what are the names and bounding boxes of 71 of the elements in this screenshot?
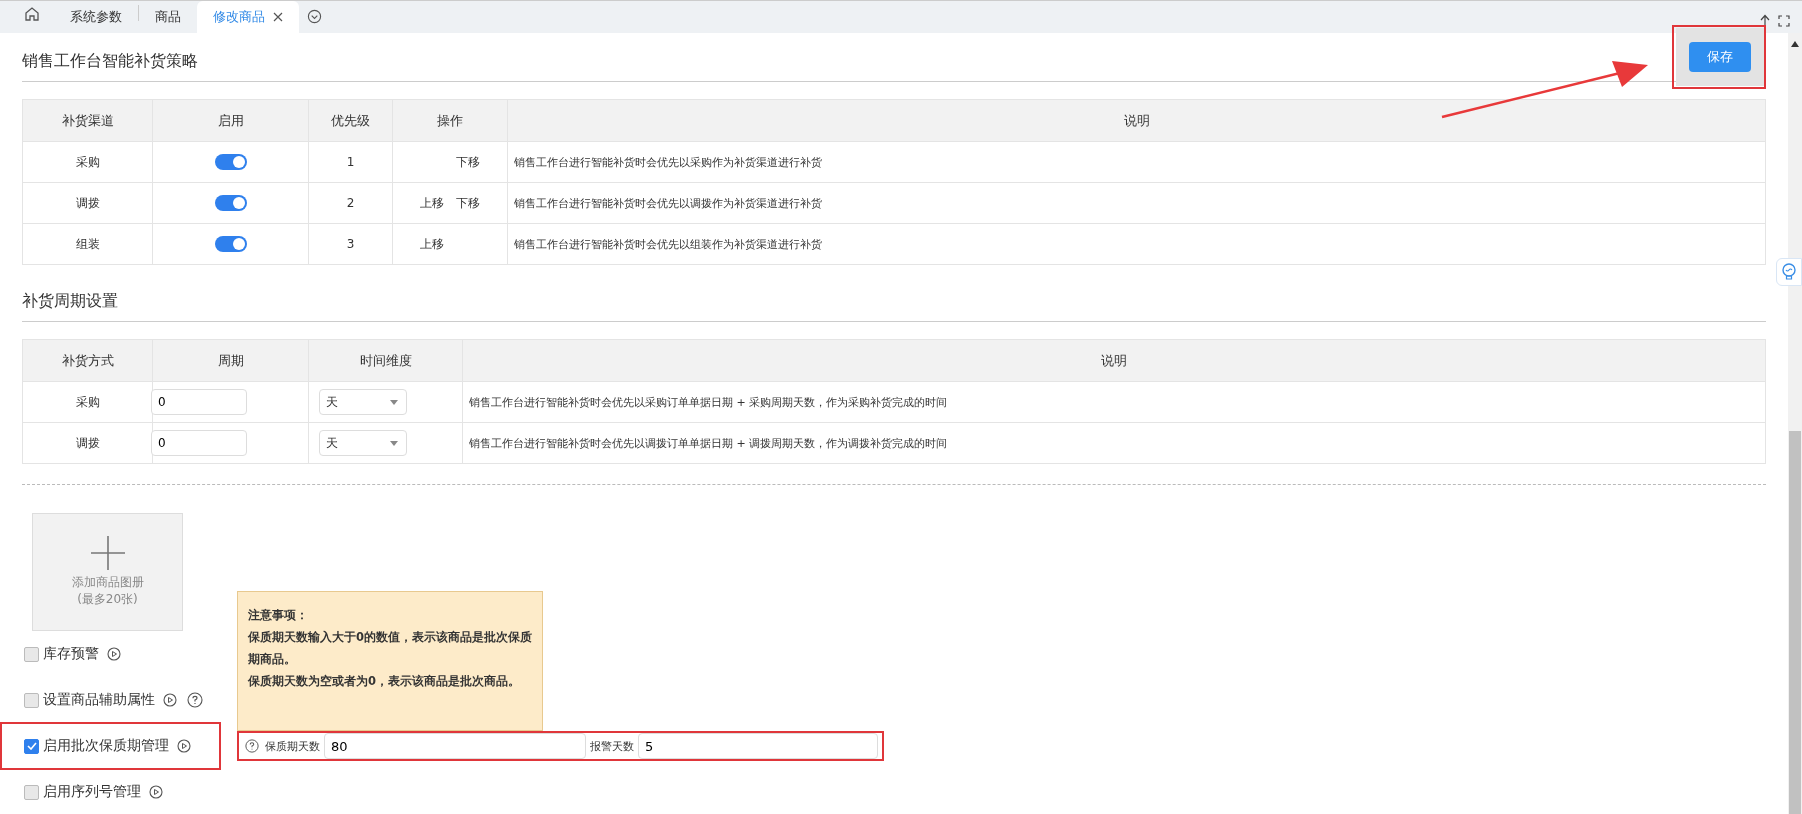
column-header: 时间维度 [308, 339, 463, 382]
upload-label: 添加商品图册 [71, 574, 144, 591]
option-label: 设置商品辅助属性 [43, 691, 155, 709]
table-cell: 2 [308, 182, 393, 224]
column-header: 补货方式 [22, 339, 153, 382]
caret-icon [389, 440, 398, 446]
table-cell: 销售工作台进行智能补货时会优先以组装作为补货渠道进行补货 [507, 223, 1766, 265]
help-icon[interactable] [187, 692, 203, 708]
column-header: 说明 [462, 339, 1766, 382]
scrollbar-thumb[interactable] [1789, 431, 1801, 814]
column-header: 补货渠道 [22, 99, 153, 142]
option-label: 启用批次保质期管理 [43, 737, 169, 755]
move-down-link[interactable]: 下移 [456, 154, 480, 169]
play-circle-icon[interactable] [149, 785, 163, 799]
column-header: 周期 [152, 339, 309, 382]
up-arrow-icon[interactable] [1760, 14, 1770, 28]
checkbox[interactable] [24, 784, 39, 800]
checkbox[interactable] [24, 738, 39, 754]
input-field[interactable]: 80 [324, 733, 586, 759]
checkmark-icon [26, 742, 37, 750]
move-down-link[interactable]: 下移 [456, 195, 480, 210]
play-circle-icon[interactable] [163, 693, 177, 707]
table-cell: 销售工作台进行智能补货时会优先以调拨订单单据日期 + 调拨周期天数，作为调拨补货完成的时间 [462, 422, 1766, 464]
help-icon[interactable] [245, 739, 259, 753]
assistant-button[interactable] [1776, 258, 1802, 286]
table-cell: 销售工作台进行智能补货时会优先以调拨作为补货渠道进行补货 [507, 182, 1766, 224]
tooltip-title: 注意事项： [248, 607, 309, 624]
table-cell: 调拨 [22, 182, 153, 224]
fullscreen-icon[interactable] [1778, 15, 1790, 27]
column-header: 启用 [152, 99, 309, 142]
plus-icon [90, 536, 125, 570]
toggle-switch[interactable] [214, 236, 247, 252]
move-up-link[interactable]: 上移 [420, 236, 444, 251]
field-label: 保质期天数 [265, 738, 320, 754]
tab[interactable]: 商品 [139, 1, 197, 33]
home-icon[interactable] [24, 6, 40, 22]
scroll-up-icon[interactable] [1791, 41, 1799, 47]
toggle-switch[interactable] [214, 154, 247, 170]
play-circle-icon[interactable] [177, 739, 191, 753]
checkbox[interactable] [24, 646, 39, 662]
field-label: 报警天数 [590, 738, 634, 754]
toggle-switch[interactable] [214, 195, 247, 211]
column-header: 优先级 [308, 99, 393, 142]
close-icon[interactable] [273, 12, 283, 22]
tooltip-text: 保质期天数为空或者为0，表示该商品是批次商品。 [248, 673, 521, 690]
bulb-icon [1781, 263, 1797, 281]
table-cell: 1 [308, 141, 393, 183]
upload-note: (最多20张) [77, 591, 138, 608]
checkbox[interactable] [24, 692, 39, 708]
caret-icon [389, 399, 398, 405]
period-input[interactable]: 0 [151, 389, 247, 415]
section-title: 补货周期设置 [22, 265, 1766, 322]
table-cell: 采购 [22, 141, 153, 183]
move-up-link[interactable]: 上移 [420, 195, 444, 210]
input-field[interactable]: 5 [638, 733, 878, 759]
option-label: 库存预警 [43, 645, 99, 663]
tab[interactable]: 修改商品 [197, 1, 299, 33]
table-cell: 销售工作台进行智能补货时会优先以采购订单单据日期 + 采购周期天数，作为采购补货完成的时间 [462, 381, 1766, 423]
table-cell: 3 [308, 223, 393, 265]
play-circle-icon[interactable] [107, 647, 121, 661]
table-cell: 组装 [22, 223, 153, 265]
chevron-circle-icon[interactable] [307, 9, 322, 24]
option-label: 启用序列号管理 [43, 783, 141, 801]
unit-select[interactable]: 天 [318, 389, 407, 415]
period-input[interactable]: 0 [151, 430, 247, 456]
column-header: 操作 [392, 99, 508, 142]
tooltip-text: 保质期天数输入大于0的数值，表示该商品是批次保质期商品。 [248, 629, 532, 668]
unit-select[interactable]: 天 [318, 430, 407, 456]
column-header: 说明 [507, 99, 1766, 142]
table-cell: 销售工作台进行智能补货时会优先以采购作为补货渠道进行补货 [507, 141, 1766, 183]
tab[interactable]: 系统参数 [54, 1, 138, 33]
